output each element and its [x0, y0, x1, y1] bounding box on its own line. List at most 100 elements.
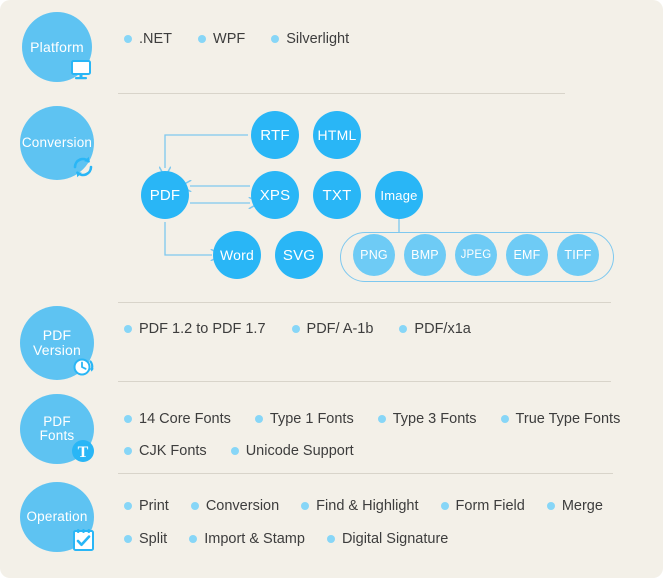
bullet-icon — [546, 502, 555, 510]
feature-item[interactable]: PDF/ A-1b — [291, 321, 373, 337]
separator-pdf-version — [118, 381, 611, 382]
feature-label: 14 Core Fonts — [139, 411, 231, 427]
bullet-icon — [301, 502, 310, 510]
feature-label: Form Field — [455, 498, 525, 514]
badge-platform-label: Platform — [30, 38, 84, 55]
feature-item[interactable]: Merge — [546, 498, 603, 514]
feature-item[interactable]: 14 Core Fonts — [124, 411, 231, 427]
monitor-icon — [71, 60, 91, 80]
badge-operation-label: Operation — [26, 508, 88, 524]
operation-feature-row-1: Print Conversion Find & Highlight Form F… — [124, 498, 603, 514]
infographic-canvas: Platform .NET WPF Silverlight Conversion… — [0, 0, 663, 578]
pdf-version-feature-row-1: PDF 1.2 to PDF 1.7 PDF/ A-1b PDF/x1a — [124, 321, 471, 337]
feature-item[interactable]: Find & Highlight — [301, 498, 419, 514]
separator-conversion — [118, 302, 611, 303]
feature-item[interactable]: PDF 1.2 to PDF 1.7 — [124, 321, 266, 337]
feature-label: .NET — [139, 31, 173, 47]
node-label: Image — [380, 187, 418, 203]
node-label: Word — [220, 247, 254, 263]
platform-feature-row-1: .NET WPF Silverlight — [124, 31, 349, 47]
node-label: XPS — [259, 186, 291, 204]
node-txt[interactable]: TXT — [313, 171, 361, 219]
separator-platform — [118, 93, 565, 94]
pdf-fonts-feature-row-2: CJK Fonts Unicode Support — [124, 443, 354, 459]
node-png[interactable]: PNG — [353, 234, 395, 276]
node-pdf[interactable]: PDF — [141, 171, 189, 219]
feature-item[interactable]: True Type Fonts — [500, 411, 621, 427]
feature-item[interactable]: Split — [124, 531, 167, 547]
feature-item[interactable]: PDF/x1a — [399, 321, 471, 337]
badge-pdf-fonts[interactable]: PDF Fonts T — [20, 394, 94, 464]
bullet-icon — [124, 535, 132, 543]
badge-conversion[interactable]: Conversion — [20, 106, 94, 180]
feature-item[interactable]: Type 1 Fonts — [254, 411, 354, 427]
node-jpeg[interactable]: JPEG — [455, 234, 497, 276]
separator-pdf-fonts — [118, 473, 613, 474]
node-label: BMP — [411, 248, 439, 262]
bullet-icon — [124, 415, 132, 423]
node-label: JPEG — [460, 249, 492, 261]
feature-item[interactable]: Conversion — [190, 498, 280, 514]
feature-label: Find & Highlight — [316, 498, 419, 514]
bullet-icon — [291, 325, 300, 333]
feature-label: PDF 1.2 to PDF 1.7 — [139, 321, 266, 337]
feature-item[interactable]: Import & Stamp — [189, 531, 305, 547]
badge-pdf-version[interactable]: PDF Version — [20, 306, 94, 380]
checklist-icon — [73, 529, 94, 551]
node-emf[interactable]: EMF — [506, 234, 548, 276]
bullet-icon — [500, 415, 509, 423]
feature-label: WPF — [213, 31, 246, 47]
bullet-icon — [230, 447, 239, 455]
bullet-icon — [271, 35, 280, 43]
node-word[interactable]: Word — [213, 231, 261, 279]
node-label: HTML — [317, 127, 357, 143]
node-xps[interactable]: XPS — [251, 171, 299, 219]
node-html[interactable]: HTML — [313, 111, 361, 159]
bullet-icon — [190, 502, 199, 510]
node-label: EMF — [513, 248, 541, 262]
feature-label: Conversion — [205, 498, 280, 514]
badge-conversion-label: Conversion — [21, 134, 93, 150]
node-label: SVG — [282, 246, 316, 264]
feature-item[interactable]: Digital Signature — [326, 531, 448, 547]
clock-history-icon — [73, 358, 94, 376]
node-tiff[interactable]: TIFF — [557, 234, 599, 276]
feature-label: Merge — [561, 498, 603, 514]
bullet-icon — [440, 502, 449, 510]
bullet-icon — [377, 415, 386, 423]
feature-item[interactable]: Form Field — [440, 498, 525, 514]
node-label: PNG — [360, 248, 388, 262]
feature-label: Import & Stamp — [204, 531, 305, 547]
feature-item[interactable]: Type 3 Fonts — [377, 411, 477, 427]
feature-label: True Type Fonts — [515, 411, 621, 427]
pdf-fonts-feature-row-1: 14 Core Fonts Type 1 Fonts Type 3 Fonts … — [124, 411, 620, 427]
svg-text:T: T — [78, 444, 89, 461]
feature-label: Unicode Support — [245, 443, 354, 459]
feature-label: Split — [139, 531, 168, 547]
badge-operation[interactable]: Operation — [20, 482, 94, 552]
type-t-icon: T — [72, 440, 94, 462]
operation-feature-row-2: Split Import & Stamp Digital Signature — [124, 531, 448, 547]
bullet-icon — [124, 447, 132, 455]
feature-item[interactable]: Print — [124, 498, 169, 514]
node-rtf[interactable]: RTF — [251, 111, 299, 159]
badge-platform[interactable]: Platform — [22, 12, 92, 82]
feature-item[interactable]: Unicode Support — [230, 443, 354, 459]
node-bmp[interactable]: BMP — [404, 234, 446, 276]
feature-label: Type 3 Fonts — [392, 411, 477, 427]
feature-item[interactable]: .NET — [124, 31, 172, 47]
bullet-icon — [326, 535, 335, 543]
feature-label: Print — [139, 498, 169, 514]
bullet-icon — [124, 325, 132, 333]
node-image[interactable]: Image — [375, 171, 423, 219]
feature-item[interactable]: Silverlight — [271, 31, 349, 47]
node-svg[interactable]: SVG — [275, 231, 323, 279]
node-label: TIFF — [564, 248, 592, 262]
feature-item[interactable]: WPF — [198, 31, 245, 47]
node-label: TXT — [322, 186, 352, 204]
conversion-arrows — [0, 134, 400, 578]
bullet-icon — [124, 35, 132, 43]
bullet-icon — [189, 535, 198, 543]
feature-item[interactable]: CJK Fonts — [124, 443, 207, 459]
bullet-icon — [124, 502, 132, 510]
